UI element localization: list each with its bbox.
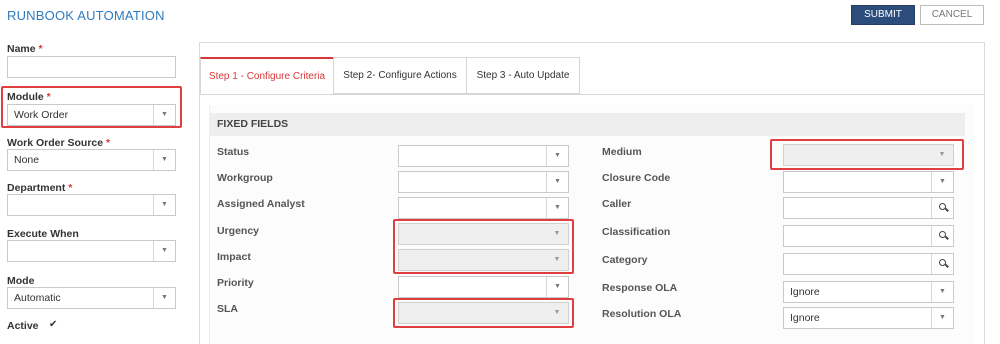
chevron-down-icon: ▼ (153, 195, 175, 215)
name-input[interactable] (7, 56, 176, 78)
department-select[interactable]: ▼ (7, 194, 176, 216)
chevron-down-icon: ▼ (546, 146, 568, 166)
required-marker: * (38, 43, 43, 55)
impact-label: Impact (217, 251, 251, 263)
closure-code-select[interactable]: ▼ (783, 171, 954, 193)
sla-label: SLA (217, 303, 238, 315)
mode-value: Automatic (14, 292, 61, 304)
status-label: Status (217, 146, 250, 158)
work-order-source-select[interactable]: None ▼ (7, 149, 176, 171)
caller-label: Caller (602, 198, 632, 210)
page-title: RUNBOOK AUTOMATION (7, 8, 165, 23)
workgroup-label: Workgroup (217, 172, 273, 184)
chevron-down-icon: ▼ (153, 150, 175, 170)
fixed-fields-heading: FIXED FIELDS (209, 113, 965, 136)
status-select[interactable]: ▼ (398, 145, 569, 167)
required-marker: * (106, 137, 111, 149)
active-checkbox[interactable]: ✔ (49, 320, 59, 330)
work-order-source-value: None (14, 154, 40, 166)
assigned-analyst-label: Assigned Analyst (217, 198, 305, 210)
search-icon[interactable] (931, 198, 953, 218)
resolution-ola-label: Resolution OLA (602, 308, 682, 320)
department-label-text: Department (7, 182, 66, 194)
priority-select[interactable]: ▼ (398, 276, 569, 298)
priority-label: Priority (217, 277, 254, 289)
medium-label: Medium (602, 146, 642, 158)
work-order-source-label: Work Order Source * (7, 137, 110, 149)
workgroup-select[interactable]: ▼ (398, 171, 569, 193)
name-label: Name * (7, 43, 43, 55)
chevron-down-icon: ▼ (931, 282, 953, 302)
highlight-box (393, 298, 574, 328)
checkmark-icon: ✔ (49, 319, 58, 330)
chevron-down-icon: ▼ (153, 288, 175, 308)
search-icon[interactable] (931, 226, 953, 246)
active-label: Active (7, 320, 39, 332)
department-label: Department * (7, 182, 72, 194)
chevron-down-icon: ▼ (153, 241, 175, 261)
category-label: Category (602, 254, 648, 266)
response-ola-select[interactable]: Ignore ▼ (783, 281, 954, 303)
highlight-box (393, 219, 574, 274)
chevron-down-icon: ▼ (546, 172, 568, 192)
mode-select[interactable]: Automatic ▼ (7, 287, 176, 309)
assigned-analyst-select[interactable]: ▼ (398, 197, 569, 219)
caller-lookup[interactable] (783, 197, 954, 219)
name-label-text: Name (7, 43, 36, 55)
execute-when-select[interactable]: ▼ (7, 240, 176, 262)
category-lookup[interactable] (783, 253, 954, 275)
highlight-box (770, 139, 964, 170)
resolution-ola-select[interactable]: Ignore ▼ (783, 307, 954, 329)
tab-divider (200, 94, 984, 95)
tab-configure-criteria[interactable]: Step 1 - Configure Criteria (200, 57, 334, 94)
chevron-down-icon: ▼ (931, 172, 953, 192)
required-marker: * (68, 182, 73, 194)
execute-when-label: Execute When (7, 228, 79, 240)
search-icon[interactable] (931, 254, 953, 274)
highlight-box (1, 86, 182, 128)
urgency-label: Urgency (217, 225, 260, 237)
chevron-down-icon: ▼ (546, 277, 568, 297)
response-ola-label: Response OLA (602, 282, 678, 294)
tab-configure-actions[interactable]: Step 2- Configure Actions (333, 57, 467, 94)
classification-label: Classification (602, 226, 671, 238)
tab-auto-update[interactable]: Step 3 - Auto Update (466, 57, 580, 94)
resolution-ola-value: Ignore (790, 312, 820, 324)
submit-button[interactable]: SUBMIT (851, 5, 915, 25)
chevron-down-icon: ▼ (546, 198, 568, 218)
work-order-source-label-text: Work Order Source (7, 137, 104, 149)
mode-label: Mode (7, 275, 35, 287)
cancel-button[interactable]: CANCEL (920, 5, 984, 25)
chevron-down-icon: ▼ (931, 308, 953, 328)
response-ola-value: Ignore (790, 286, 820, 298)
closure-code-label: Closure Code (602, 172, 671, 184)
classification-lookup[interactable] (783, 225, 954, 247)
